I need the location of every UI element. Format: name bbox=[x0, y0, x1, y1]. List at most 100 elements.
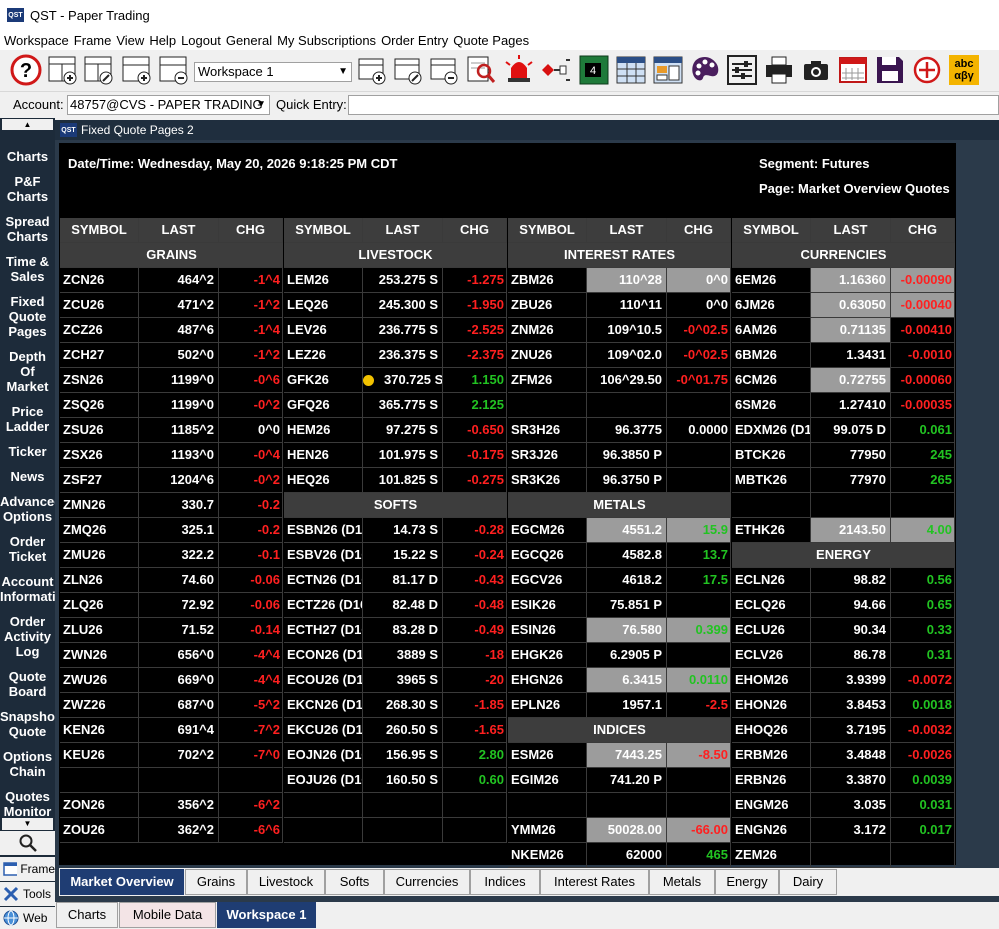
symbol-cell[interactable]: ZWZ26 bbox=[60, 693, 139, 717]
symbol-cell[interactable]: ETHK26 bbox=[732, 518, 811, 542]
symbol-cell[interactable]: 6EM26 bbox=[732, 268, 811, 292]
quote-row[interactable]: ZBM26 110^28 0^0 bbox=[508, 268, 731, 293]
symbol-cell[interactable]: ZMU26 bbox=[60, 543, 139, 567]
quote-row[interactable]: LEQ26 245.300 S -1.950 bbox=[284, 293, 507, 318]
settings-sliders-icon[interactable] bbox=[725, 52, 759, 88]
symbol-cell[interactable]: EKCU26 (D16 bbox=[284, 718, 363, 742]
symbol-cell[interactable]: ZCN26 bbox=[60, 268, 139, 292]
quote-row[interactable] bbox=[60, 768, 283, 793]
symbol-cell[interactable]: MBTK26 bbox=[732, 468, 811, 492]
sidebar-item-price-ladder[interactable]: Price Ladder bbox=[0, 404, 55, 434]
symbol-cell[interactable]: ERBM26 bbox=[732, 743, 811, 767]
print-icon[interactable] bbox=[762, 52, 796, 88]
symbol-cell[interactable]: BTCK26 bbox=[732, 443, 811, 467]
symbol-cell[interactable]: ECTH27 (D16 bbox=[284, 618, 363, 642]
symbol-cell[interactable]: ZMN26 bbox=[60, 493, 139, 517]
sidebar-item-depth-of-market[interactable]: Depth Of Market bbox=[0, 349, 55, 394]
symbol-cell[interactable]: ZFM26 bbox=[508, 368, 587, 392]
quote-row[interactable]: SR3H26 96.3775 0.0000 bbox=[508, 418, 731, 443]
symbol-cell[interactable]: ZBM26 bbox=[508, 268, 587, 292]
symbol-cell[interactable]: ZWU26 bbox=[60, 668, 139, 692]
quote-row[interactable]: BTCK26 77950 245 bbox=[732, 443, 955, 468]
symbol-cell[interactable]: ZNU26 bbox=[508, 343, 587, 367]
quote-row[interactable]: 6BM26 1.3431 -0.0010 bbox=[732, 343, 955, 368]
page-search-icon[interactable] bbox=[464, 52, 498, 88]
symbol-cell[interactable] bbox=[284, 818, 363, 842]
symbol-cell[interactable]: ECTZ26 (D16 bbox=[284, 593, 363, 617]
tab-interest-rates[interactable]: Interest Rates bbox=[540, 869, 649, 895]
quote-row[interactable]: ZBU26 110^11 0^0 bbox=[508, 293, 731, 318]
quote-row[interactable]: KEU26 702^2 -7^0 bbox=[60, 743, 283, 768]
quote-row[interactable] bbox=[508, 393, 731, 418]
target-icon[interactable] bbox=[910, 52, 944, 88]
symbol-cell[interactable]: ECTN26 (D16 bbox=[284, 568, 363, 592]
quote-row[interactable]: ESM26 7443.25 -8.50 bbox=[508, 743, 731, 768]
tab-market-overview[interactable]: Market Overview bbox=[60, 869, 184, 895]
quote-row[interactable]: ECLN26 98.82 0.56 bbox=[732, 568, 955, 593]
symbol-cell[interactable]: ECLV26 bbox=[732, 643, 811, 667]
sidebar-item-options-chain[interactable]: Options Chain bbox=[0, 749, 55, 779]
quote-row[interactable]: ZWU26 669^0 -4^4 bbox=[60, 668, 283, 693]
quote-row[interactable]: EOJN26 (D16 156.95 S 2.80 bbox=[284, 743, 507, 768]
symbol-cell[interactable]: ZWN26 bbox=[60, 643, 139, 667]
symbol-cell[interactable]: HEN26 bbox=[284, 443, 363, 467]
symbol-cell[interactable]: 6BM26 bbox=[732, 343, 811, 367]
quote-row[interactable]: ZOU26 362^2 -6^6 bbox=[60, 818, 283, 843]
quote-row[interactable]: NKEM26 62000 465 bbox=[508, 843, 731, 868]
quote-row[interactable]: EDXM26 (D1 99.075 D 0.061 bbox=[732, 418, 955, 443]
calendar-icon[interactable] bbox=[836, 52, 870, 88]
workspace-tab-charts[interactable]: Charts bbox=[56, 902, 118, 928]
menu-workspace[interactable]: Workspace bbox=[4, 33, 69, 48]
quote-row[interactable]: EHOQ26 3.7195 -0.0032 bbox=[732, 718, 955, 743]
sidebar-item-charts[interactable]: Charts bbox=[0, 149, 55, 164]
symbol-cell[interactable]: ESM26 bbox=[508, 743, 587, 767]
layout-icon[interactable] bbox=[651, 52, 685, 88]
quote-row[interactable]: EHGN26 6.3415 0.0110 bbox=[508, 668, 731, 693]
sidebar-item-order-ticket[interactable]: Order Ticket bbox=[0, 534, 55, 564]
symbol-cell[interactable]: SR3J26 bbox=[508, 443, 587, 467]
symbol-cell[interactable]: EGIM26 bbox=[508, 768, 587, 792]
menu-view[interactable]: View bbox=[116, 33, 144, 48]
quote-row[interactable]: EOJU26 (D16 160.50 S 0.60 bbox=[284, 768, 507, 793]
quote-row[interactable]: EGIM26 741.20 P bbox=[508, 768, 731, 793]
quote-row[interactable] bbox=[508, 793, 731, 818]
quote-row[interactable]: ZCH27 502^0 -1^2 bbox=[60, 343, 283, 368]
symbol-cell[interactable]: ZEM26 bbox=[732, 843, 811, 867]
quote-row[interactable]: ZLQ26 72.92 -0.06 bbox=[60, 593, 283, 618]
grid-icon[interactable] bbox=[614, 52, 648, 88]
symbol-cell[interactable]: EHOQ26 bbox=[732, 718, 811, 742]
symbol-cell[interactable]: EPLN26 bbox=[508, 693, 587, 717]
sidebar-tools-button[interactable]: Tools bbox=[0, 882, 55, 906]
sidebar-item-news[interactable]: News bbox=[0, 469, 55, 484]
sidebar-item-pf-charts[interactable]: P&F Charts bbox=[0, 174, 55, 204]
symbol-cell[interactable]: 6SM26 bbox=[732, 393, 811, 417]
order-ticket-icon[interactable]: 4 bbox=[577, 52, 611, 88]
sidebar-item-snapshot-quote[interactable]: Snapshot Quote bbox=[0, 709, 55, 739]
workspace-tab-workspace-1[interactable]: Workspace 1 bbox=[217, 902, 316, 928]
menu-help[interactable]: Help bbox=[149, 33, 176, 48]
page-add-icon[interactable] bbox=[356, 52, 390, 88]
symbol-cell[interactable]: 6JM26 bbox=[732, 293, 811, 317]
quote-row[interactable]: LEM26 253.275 S -1.275 bbox=[284, 268, 507, 293]
quote-row[interactable]: ZMQ26 325.1 -0.2 bbox=[60, 518, 283, 543]
quote-row[interactable]: ZON26 356^2 -6^2 bbox=[60, 793, 283, 818]
symbol-cell[interactable]: 6AM26 bbox=[732, 318, 811, 342]
menu-my-subscriptions[interactable]: My Subscriptions bbox=[277, 33, 376, 48]
symbol-cell[interactable] bbox=[508, 793, 587, 817]
quote-row[interactable]: ZCZ26 487^6 -1^4 bbox=[60, 318, 283, 343]
quote-row[interactable]: EKCU26 (D16 260.50 S -1.65 bbox=[284, 718, 507, 743]
quote-row[interactable]: ZMN26 330.7 -0.2 bbox=[60, 493, 283, 518]
sidebar-item-fixed-quote-pages[interactable]: Fixed Quote Pages bbox=[0, 294, 55, 339]
symbol-cell[interactable]: HEM26 bbox=[284, 418, 363, 442]
quote-row[interactable]: ECTN26 (D16 81.17 D -0.43 bbox=[284, 568, 507, 593]
symbol-cell[interactable] bbox=[732, 493, 811, 517]
symbol-cell[interactable]: ZMQ26 bbox=[60, 518, 139, 542]
quote-row[interactable]: ZCN26 464^2 -1^4 bbox=[60, 268, 283, 293]
tab-softs[interactable]: Softs bbox=[325, 869, 384, 895]
quote-row[interactable]: EGCV26 4618.2 17.5 bbox=[508, 568, 731, 593]
quote-row[interactable]: ESIK26 75.851 P bbox=[508, 593, 731, 618]
symbol-cell[interactable]: ECLQ26 bbox=[732, 593, 811, 617]
quote-row[interactable]: SR3J26 96.3850 P bbox=[508, 443, 731, 468]
quote-row[interactable]: EGCQ26 4582.8 13.7 bbox=[508, 543, 731, 568]
symbol-cell[interactable]: ZON26 bbox=[60, 793, 139, 817]
